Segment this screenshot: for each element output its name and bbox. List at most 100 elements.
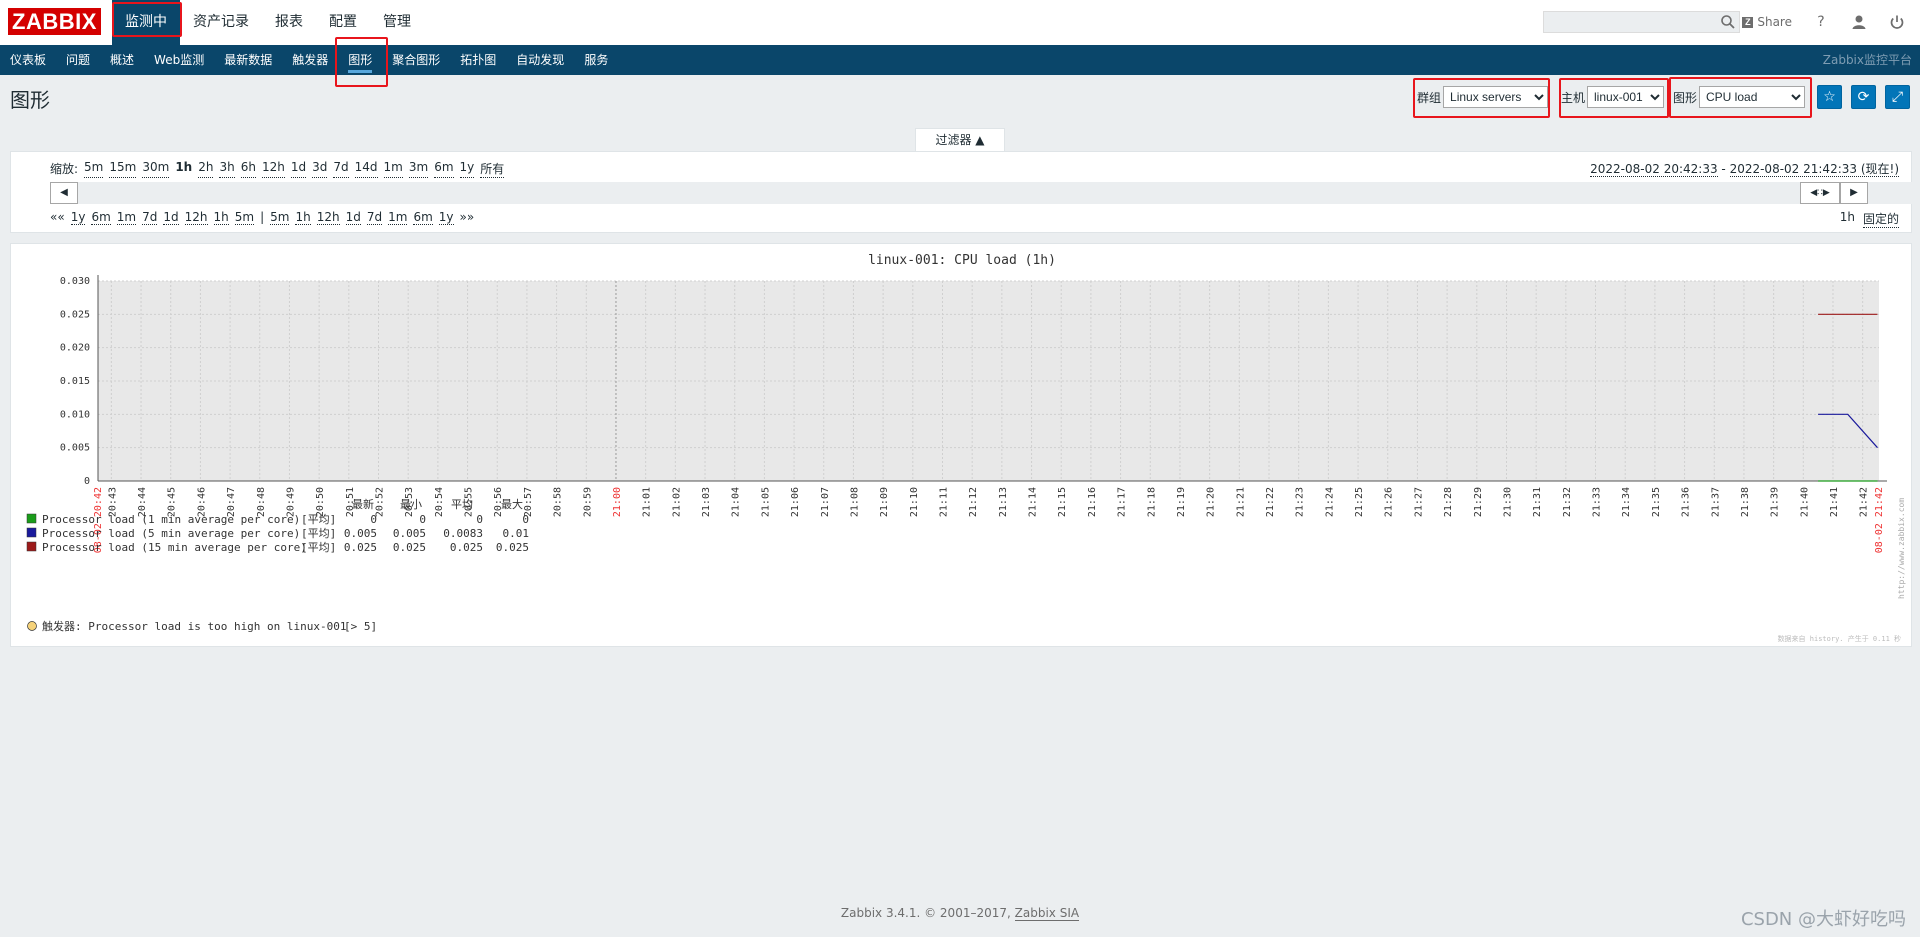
trigger-label: 触发器: Processor load is too high on linux… <box>42 619 347 633</box>
graph-select[interactable]: CPU load <box>1699 86 1806 108</box>
filter-tab[interactable]: 过滤器 ▲ <box>915 128 1005 151</box>
sub-nav: 仪表板 问题 概述 Web监测 最新数据 触发器 图形 聚合图形 拓扑图 自动发… <box>0 45 1920 75</box>
fullscreen-icon[interactable]: ⤢ <box>1885 85 1910 109</box>
legend-swatch <box>26 541 37 552</box>
zoom-30m[interactable]: 30m <box>142 160 170 178</box>
nav-back-5m[interactable]: 5m <box>234 210 255 225</box>
x-tick-label: 21:01 <box>642 487 653 517</box>
sub-nav-discovery[interactable]: 自动发现 <box>506 45 574 75</box>
zoom-1m[interactable]: 1m <box>383 160 403 178</box>
nav-fwd-1y[interactable]: 1y <box>438 210 454 225</box>
scroll-left-icon[interactable]: ◀ <box>50 182 78 204</box>
refresh-icon[interactable]: ⟳ <box>1851 85 1876 109</box>
sub-nav-screens[interactable]: 聚合图形 <box>382 45 450 75</box>
zoom-3d[interactable]: 3d <box>312 160 328 178</box>
sub-nav-services[interactable]: 服务 <box>574 45 618 75</box>
y-tick-label: 0.010 <box>60 409 90 420</box>
zoom-14d[interactable]: 14d <box>354 160 378 178</box>
legend-max: 0.01 <box>503 527 530 540</box>
legend-min: 0.025 <box>393 541 426 554</box>
zoom-3h[interactable]: 3h <box>219 160 235 178</box>
main-nav-reports[interactable]: 报表 <box>262 0 316 45</box>
host-label: 主机 <box>1561 90 1586 105</box>
sub-nav-latest-data[interactable]: 最新数据 <box>214 45 282 75</box>
timeline-scrollbar[interactable] <box>50 182 1912 204</box>
nav-back-7d[interactable]: 7d <box>142 210 158 225</box>
group-select[interactable]: Linux servers <box>1443 86 1549 108</box>
scroll-right-icon[interactable]: ▶ <box>1840 182 1868 204</box>
timeline-handle[interactable]: ◀∷▶ <box>1800 182 1840 204</box>
range-to[interactable]: 2022-08-02 21:42:33 (现在!) <box>1729 162 1899 177</box>
user-icon[interactable] <box>1850 13 1868 31</box>
range-from[interactable]: 2022-08-02 20:42:33 <box>1590 162 1718 177</box>
share-button[interactable]: Z Share <box>1742 15 1792 29</box>
nav-fwd-7d[interactable]: 7d <box>366 210 383 225</box>
legend-min: 0 <box>419 513 426 526</box>
zoom-1d[interactable]: 1d <box>290 160 307 178</box>
zoom-2h[interactable]: 2h <box>198 160 214 178</box>
host-select[interactable]: linux-001 <box>1587 86 1665 108</box>
x-tick-label: 21:25 <box>1354 487 1365 517</box>
search-input[interactable] <box>1544 12 1714 32</box>
sub-nav-triggers[interactable]: 触发器 <box>282 45 338 75</box>
zabbix-logo[interactable]: ZABBIX <box>8 8 101 35</box>
nav-back-1m[interactable]: 1m <box>116 210 137 225</box>
nav-back-1y[interactable]: 1y <box>70 210 86 225</box>
main-nav-administration[interactable]: 管理 <box>370 0 424 45</box>
favorite-star-icon[interactable]: ☆ <box>1817 85 1842 109</box>
zoom-7d[interactable]: 7d <box>333 160 349 178</box>
graph-panel: linux-001: CPU load (1h) 0.030 0.025 0.020 0… <box>10 243 1912 647</box>
question-icon[interactable]: ? <box>1812 13 1830 31</box>
main-nav-inventory[interactable]: 资产记录 <box>180 0 262 45</box>
footer-link[interactable]: Zabbix SIA <box>1014 906 1080 921</box>
sub-nav-maps[interactable]: 拓扑图 <box>450 45 506 75</box>
power-icon[interactable] <box>1888 13 1906 31</box>
zoom-6m[interactable]: 6m <box>434 160 454 178</box>
x-tick-label: 21:40 <box>1799 487 1810 517</box>
x-tick-label: 21:02 <box>671 487 682 517</box>
zoom-1h[interactable]: 1h <box>175 160 192 178</box>
main-nav-monitoring[interactable]: 监测中 <box>112 0 180 45</box>
nav-fwd-1h[interactable]: 1h <box>295 210 311 225</box>
nav-fwd-12h[interactable]: 12h <box>316 210 340 225</box>
nav-back-1d[interactable]: 1d <box>163 210 179 225</box>
x-tick-label: 21:27 <box>1413 487 1424 517</box>
fixed-toggle[interactable]: 固定的 <box>1862 210 1899 228</box>
zoom-1y[interactable]: 1y <box>459 160 475 178</box>
nav-back-6m[interactable]: 6m <box>91 210 111 225</box>
zoom-15m[interactable]: 15m <box>109 160 137 178</box>
nav-fwd-1m[interactable]: 1m <box>388 210 408 225</box>
legend-header: 平均 <box>451 498 473 511</box>
zoom-all[interactable]: 所有 <box>480 160 505 178</box>
sub-nav-dashboard[interactable]: 仪表板 <box>0 45 56 75</box>
y-tick-label: 0.020 <box>60 343 90 354</box>
nav-fwd-6m[interactable]: 6m <box>413 210 433 225</box>
zoom-3m[interactable]: 3m <box>408 160 429 178</box>
nav-back-first[interactable]: «« <box>50 210 65 225</box>
main-nav: 监测中 资产记录 报表 配置 管理 <box>112 0 424 45</box>
nav-fwd-last[interactable]: »» <box>460 210 475 225</box>
top-tools: Z Share ? <box>1742 12 1906 32</box>
sub-nav-web[interactable]: Web监测 <box>144 45 214 75</box>
nav-back-1h[interactable]: 1h <box>213 210 229 225</box>
x-tick-label: 21:35 <box>1651 487 1662 517</box>
nav-back-12h[interactable]: 12h <box>184 210 208 225</box>
legend-series-name: Processor load (1 min average per core) <box>42 513 300 526</box>
period-value: 1h <box>1839 210 1855 224</box>
sub-nav-problems[interactable]: 问题 <box>56 45 100 75</box>
x-end-label: 08-02 21:42 <box>1874 487 1885 553</box>
x-tick-label: 21:08 <box>849 487 860 517</box>
y-tick-label: 0.005 <box>60 443 90 454</box>
data-source-note: 数据来自 history. 产生于 0.11 秒 <box>1778 634 1901 643</box>
sub-nav-graphs[interactable]: 图形 <box>338 45 382 75</box>
zoom-6h[interactable]: 6h <box>240 160 256 178</box>
zoom-5m[interactable]: 5m <box>84 160 104 178</box>
x-tick-label: 21:15 <box>1057 487 1068 517</box>
host-filter: 主机 linux-001 <box>1561 82 1665 112</box>
main-nav-configuration[interactable]: 配置 <box>316 0 370 45</box>
sub-nav-overview[interactable]: 概述 <box>100 45 144 75</box>
nav-fwd-1d[interactable]: 1d <box>345 210 361 225</box>
zoom-12h[interactable]: 12h <box>261 160 285 178</box>
nav-fwd-5m[interactable]: 5m <box>270 210 290 225</box>
search-icon[interactable] <box>1720 14 1736 30</box>
